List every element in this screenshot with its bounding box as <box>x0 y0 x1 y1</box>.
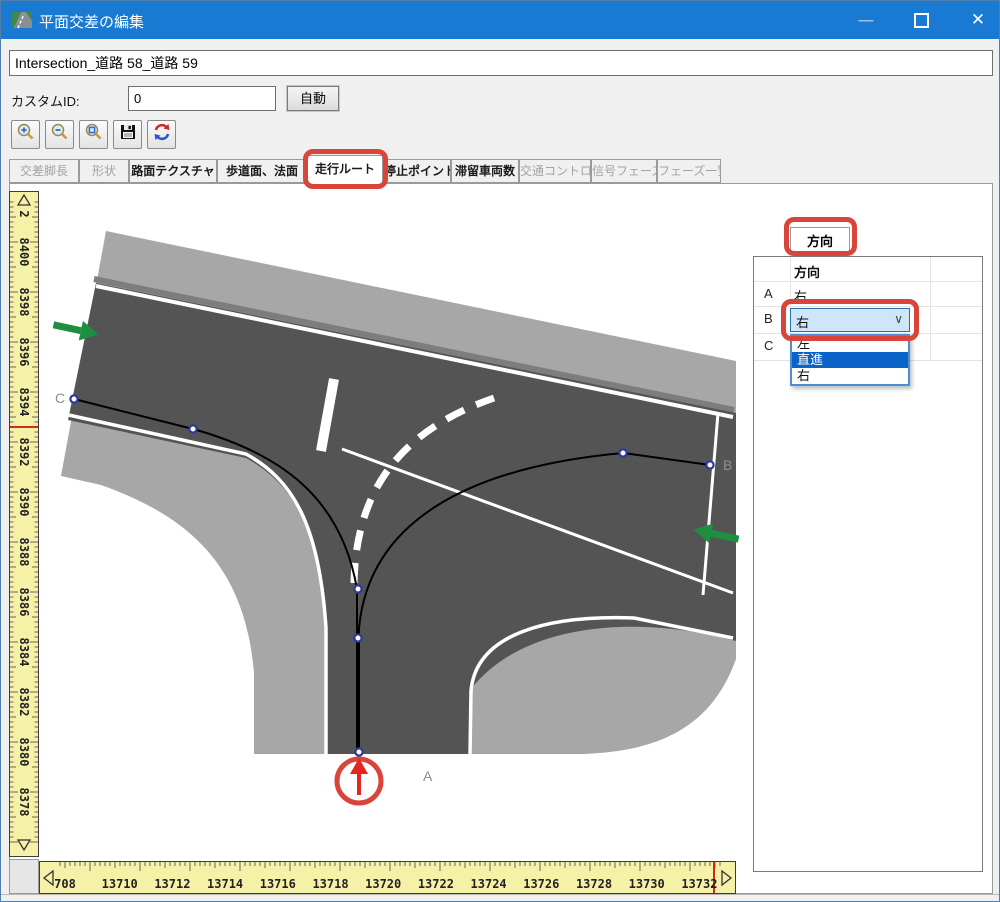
ruler-corner <box>9 859 39 894</box>
ruler-label: 13732 <box>681 877 718 891</box>
route-node[interactable] <box>618 448 628 458</box>
tab-stop-point[interactable]: 停止ポイント <box>383 159 451 183</box>
ruler-label: 8400 <box>17 237 31 267</box>
ruler-label: 13712 <box>154 877 191 891</box>
grid-line <box>754 281 982 282</box>
ruler-label: 8384 <box>17 637 31 667</box>
row-key-B[interactable]: B <box>764 311 773 326</box>
ruler-label: 8394 <box>17 387 31 417</box>
tab-sidewalk-slope[interactable]: 歩道面、法面 <box>217 159 307 183</box>
route-node[interactable] <box>188 424 198 434</box>
tab-signal-phase: 信号フェーズ <box>591 159 657 183</box>
ruler-label: 13726 <box>523 877 560 891</box>
endpoint-label-c: C <box>55 390 65 406</box>
app-road-icon <box>12 12 32 29</box>
ruler-label: 8380 <box>17 737 31 767</box>
vertical-ruler[interactable]: 2 8400 8398 8396 8394 8392 8390 8388 8386 8384 838… <box>9 191 39 857</box>
ruler-label: 13718 <box>312 877 349 891</box>
ruler-label: 13714 <box>207 877 244 891</box>
endpoint-label-b: B <box>723 457 732 473</box>
dropdown-option-右[interactable]: 右 <box>792 368 908 384</box>
grid-line <box>930 257 931 360</box>
intersection-name-input[interactable] <box>9 50 993 76</box>
dialog-window: 平面交差の編集 — ✕ カスタムID: 自動 交差脚長形状路面テクスチャ歩道面、… <box>0 0 1000 902</box>
dropdown-option-直進[interactable]: 直進 <box>792 352 908 368</box>
route-node[interactable] <box>353 633 363 643</box>
route-node[interactable] <box>353 584 363 594</box>
ruler-label: 8378 <box>17 787 31 817</box>
window-title: 平面交差の編集 <box>39 14 145 31</box>
ruler-label: 8392 <box>17 437 31 467</box>
ruler-label: 8398 <box>17 287 31 317</box>
zoom-region-icon <box>84 122 104 147</box>
ruler-label: 13720 <box>365 877 402 891</box>
ruler-label: 8396 <box>17 337 31 367</box>
annotation-start-point <box>334 756 384 806</box>
custom-id-input[interactable] <box>128 86 276 111</box>
zoom-in-icon <box>16 122 36 147</box>
direction-combo[interactable]: 右 ∨ <box>790 308 910 332</box>
ruler-label: 2 <box>17 210 31 218</box>
window-bottom-frame <box>1 894 999 901</box>
direction-column-header: 方向 <box>794 265 821 280</box>
subtab-direction[interactable]: 方向 <box>790 227 850 256</box>
zoom-region-button[interactable] <box>79 120 108 149</box>
maximize-icon <box>913 12 929 28</box>
tab-shape: 形状 <box>79 159 129 183</box>
grid-line <box>754 306 982 307</box>
ruler-label: 13728 <box>575 877 613 891</box>
horizontal-ruler[interactable]: 708 13710 13712 13714 13716 13718 13720 13722 13… <box>39 861 736 894</box>
tab-traffic-control: 交通コントロール <box>519 159 591 183</box>
save-icon <box>118 122 138 147</box>
ruler-label: 13722 <box>417 877 454 891</box>
refresh-icon <box>152 122 172 147</box>
zoom-in-button[interactable] <box>11 120 40 149</box>
ruler-label: 8388 <box>17 537 31 567</box>
ruler-label: 8386 <box>17 587 31 617</box>
ruler-label: 8382 <box>17 687 31 717</box>
auto-button[interactable]: 自動 <box>286 85 340 112</box>
refresh-button[interactable] <box>147 120 176 149</box>
route-node[interactable] <box>69 394 79 404</box>
zoom-out-icon <box>50 122 70 147</box>
combo-value: 右 <box>796 315 810 330</box>
row-key-A[interactable]: A <box>764 286 773 301</box>
minimize-button[interactable]: — <box>843 1 889 39</box>
title-bar[interactable]: 平面交差の編集 — ✕ <box>1 1 999 39</box>
ruler-label: 13710 <box>101 877 138 891</box>
custom-id-label: カスタムID: <box>11 94 80 109</box>
tab-running-route[interactable]: 走行ルート <box>307 155 383 184</box>
route-node[interactable] <box>354 747 364 757</box>
maximize-button[interactable] <box>898 1 944 39</box>
dropdown-option-左[interactable]: 左 <box>792 336 908 352</box>
close-button[interactable]: ✕ <box>955 1 999 39</box>
ruler-label: 708 <box>54 877 76 891</box>
row-key-C[interactable]: C <box>764 338 773 353</box>
tab-leg-length: 交差脚長 <box>9 159 79 183</box>
tab-queued-vehicles[interactable]: 滞留車両数 <box>451 159 519 183</box>
tab-road-texture[interactable]: 路面テクスチャ <box>129 159 217 183</box>
ruler-label: 13716 <box>259 877 296 891</box>
tab-phase-list: フェーズ一覧 <box>657 159 721 183</box>
row-value-A[interactable]: 右 <box>794 286 807 305</box>
ruler-label: 13724 <box>470 877 507 891</box>
ruler-label: 13730 <box>628 877 665 891</box>
chevron-down-icon: ∨ <box>894 312 903 326</box>
zoom-out-button[interactable] <box>45 120 74 149</box>
ruler-label: 8390 <box>17 487 31 517</box>
direction-dropdown-list: 左直進右 <box>790 334 910 386</box>
save-button[interactable] <box>113 120 142 149</box>
map-canvas[interactable]: C B A <box>39 191 739 857</box>
route-node[interactable] <box>705 460 715 470</box>
endpoint-label-a: A <box>423 768 433 784</box>
